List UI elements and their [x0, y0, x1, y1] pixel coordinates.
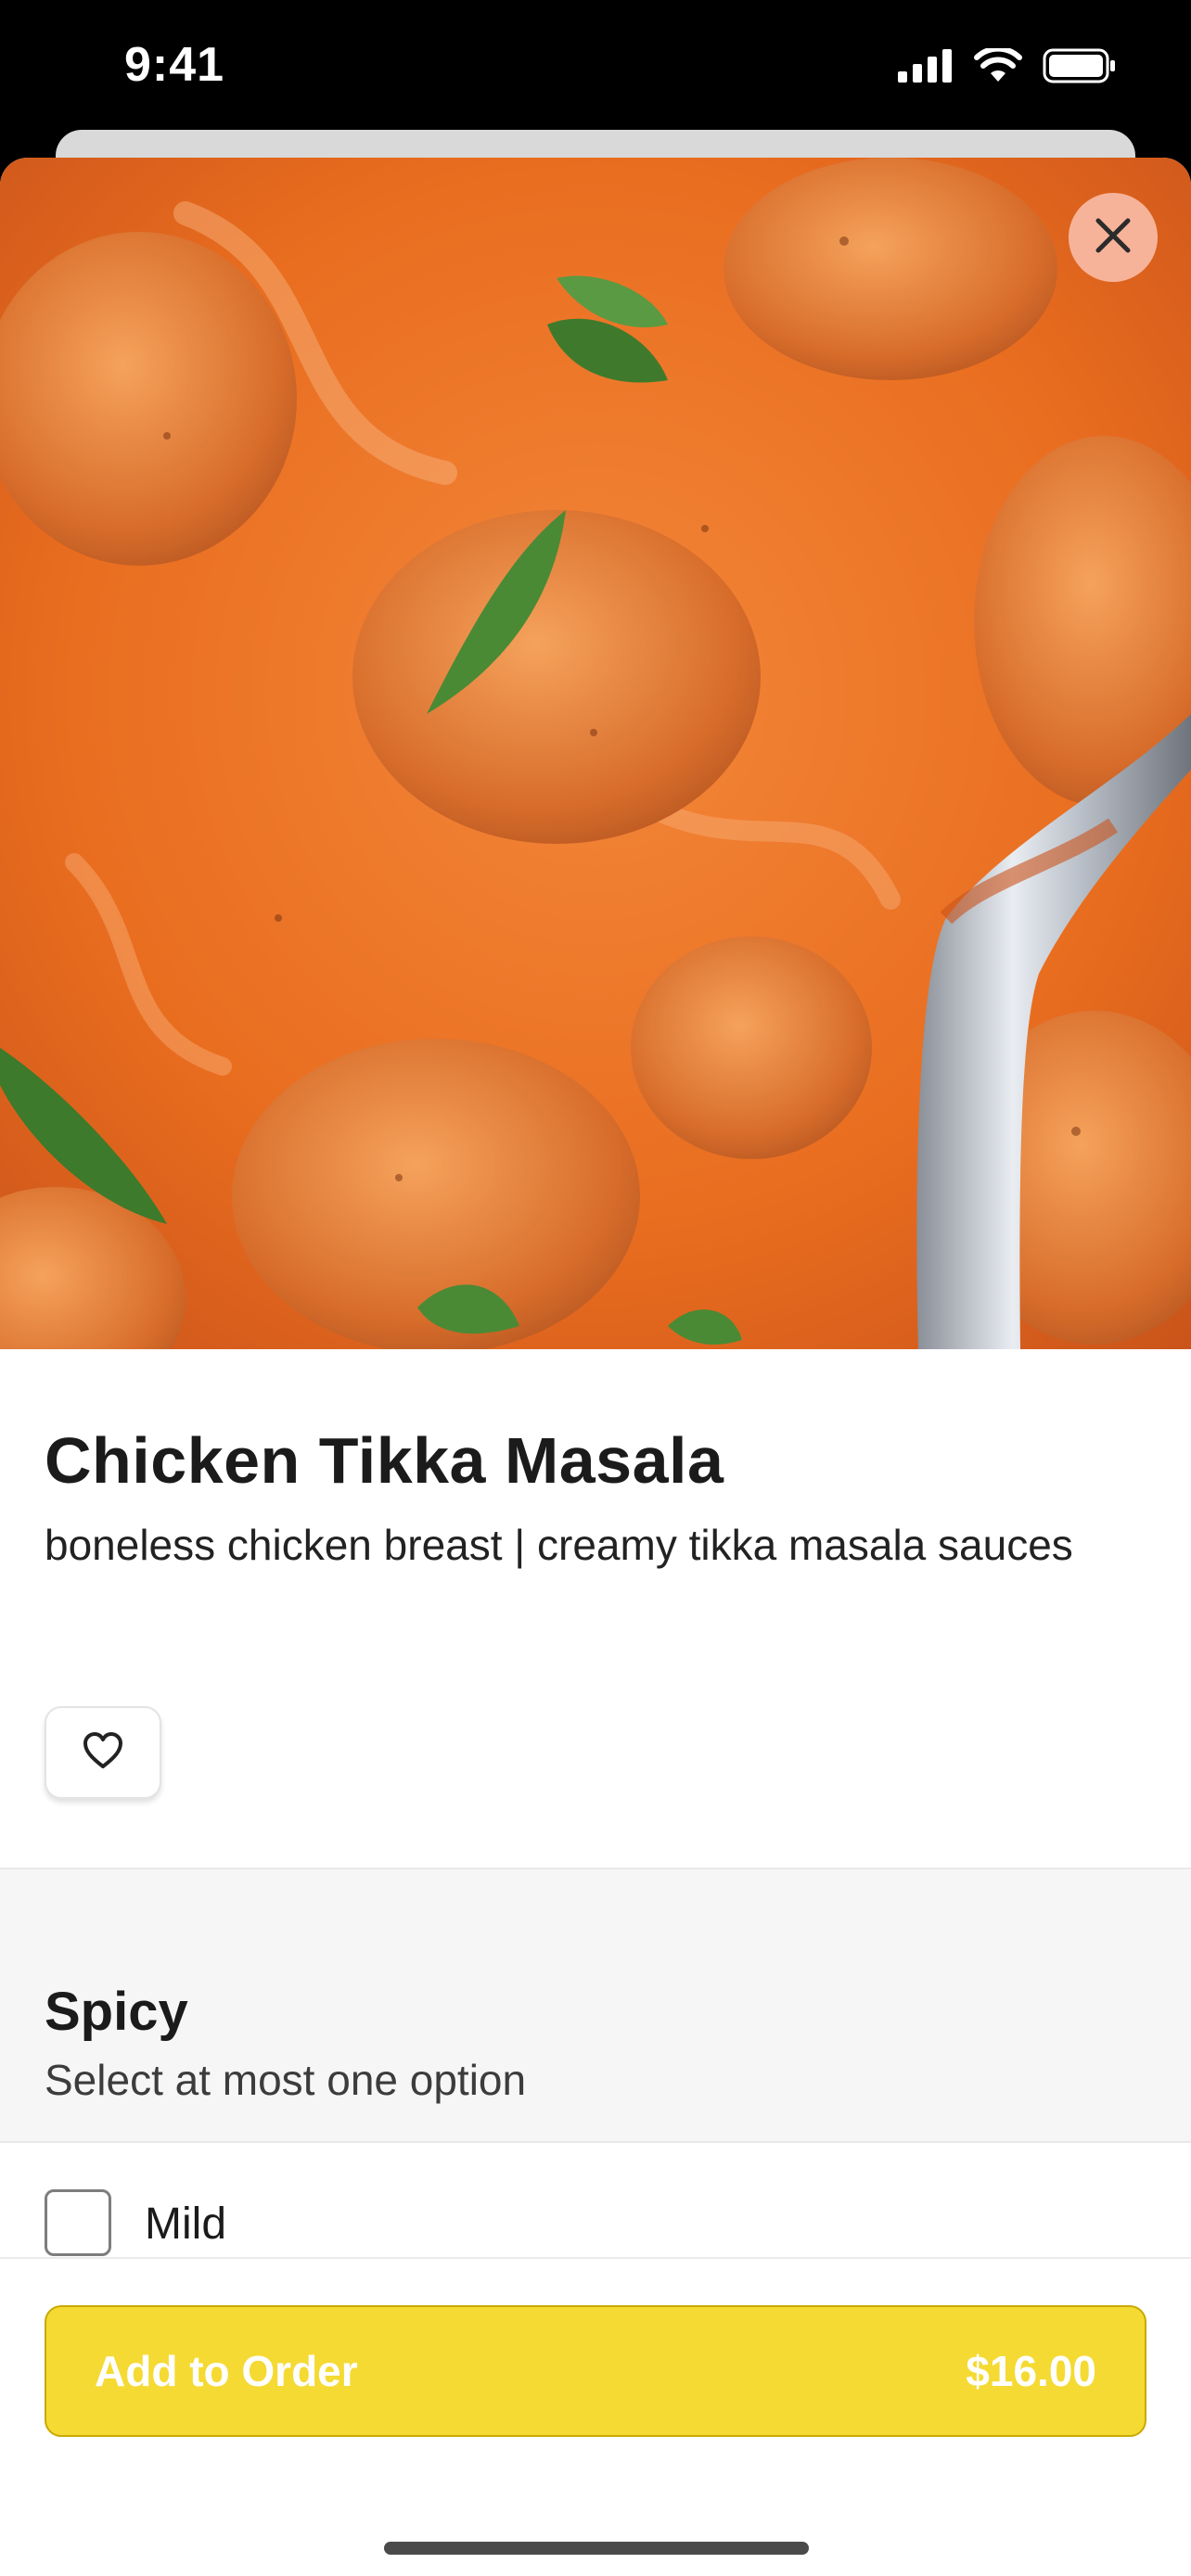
item-description: boneless chicken breast | creamy tikka m… — [45, 1521, 1073, 1569]
option-group-title: Spicy — [45, 1982, 188, 2042]
battery-icon — [1043, 48, 1117, 88]
home-indicator — [384, 2542, 809, 2555]
status-icons — [898, 45, 1117, 88]
order-price: $16.00 — [966, 2347, 1096, 2395]
item-info: Chicken Tikka Masala boneless chicken br… — [0, 1349, 1191, 1868]
status-time: 9:41 — [124, 38, 225, 92]
favorite-button[interactable] — [45, 1706, 161, 1799]
item-hero-image — [0, 158, 1191, 1349]
option-label: Mild — [145, 2200, 227, 2249]
close-button[interactable] — [1069, 193, 1158, 282]
close-icon — [1093, 215, 1133, 261]
signal-icon — [898, 49, 954, 87]
status-bar: 9:41 — [0, 0, 1191, 139]
item-title: Chicken Tikka Masala — [45, 1424, 724, 1497]
option-row-mild[interactable]: Mild — [0, 2143, 1191, 2260]
add-to-order-button[interactable]: Add to Order $16.00 — [45, 2305, 1146, 2437]
option-group-subtitle: Select at most one option — [45, 2056, 527, 2104]
option-checkbox[interactable] — [45, 2189, 111, 2256]
option-group-header: Spicy Select at most one option — [0, 1868, 1191, 2143]
footer-bar: Add to Order $16.00 — [0, 2257, 1191, 2576]
wifi-icon — [974, 45, 1022, 88]
add-to-order-label: Add to Order — [95, 2347, 358, 2395]
heart-icon — [82, 1731, 124, 1775]
